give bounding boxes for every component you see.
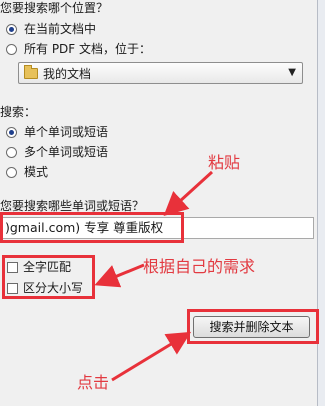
needs-annotation: 根据自己的需求 — [143, 257, 256, 276]
paste-arrow — [163, 170, 214, 217]
click-arrow — [111, 331, 192, 382]
needs-arrow — [94, 263, 145, 288]
click-annotation: 点击 — [77, 373, 110, 392]
annotation-arrows — [94, 170, 214, 382]
paste-annotation: 粘贴 — [208, 153, 241, 172]
